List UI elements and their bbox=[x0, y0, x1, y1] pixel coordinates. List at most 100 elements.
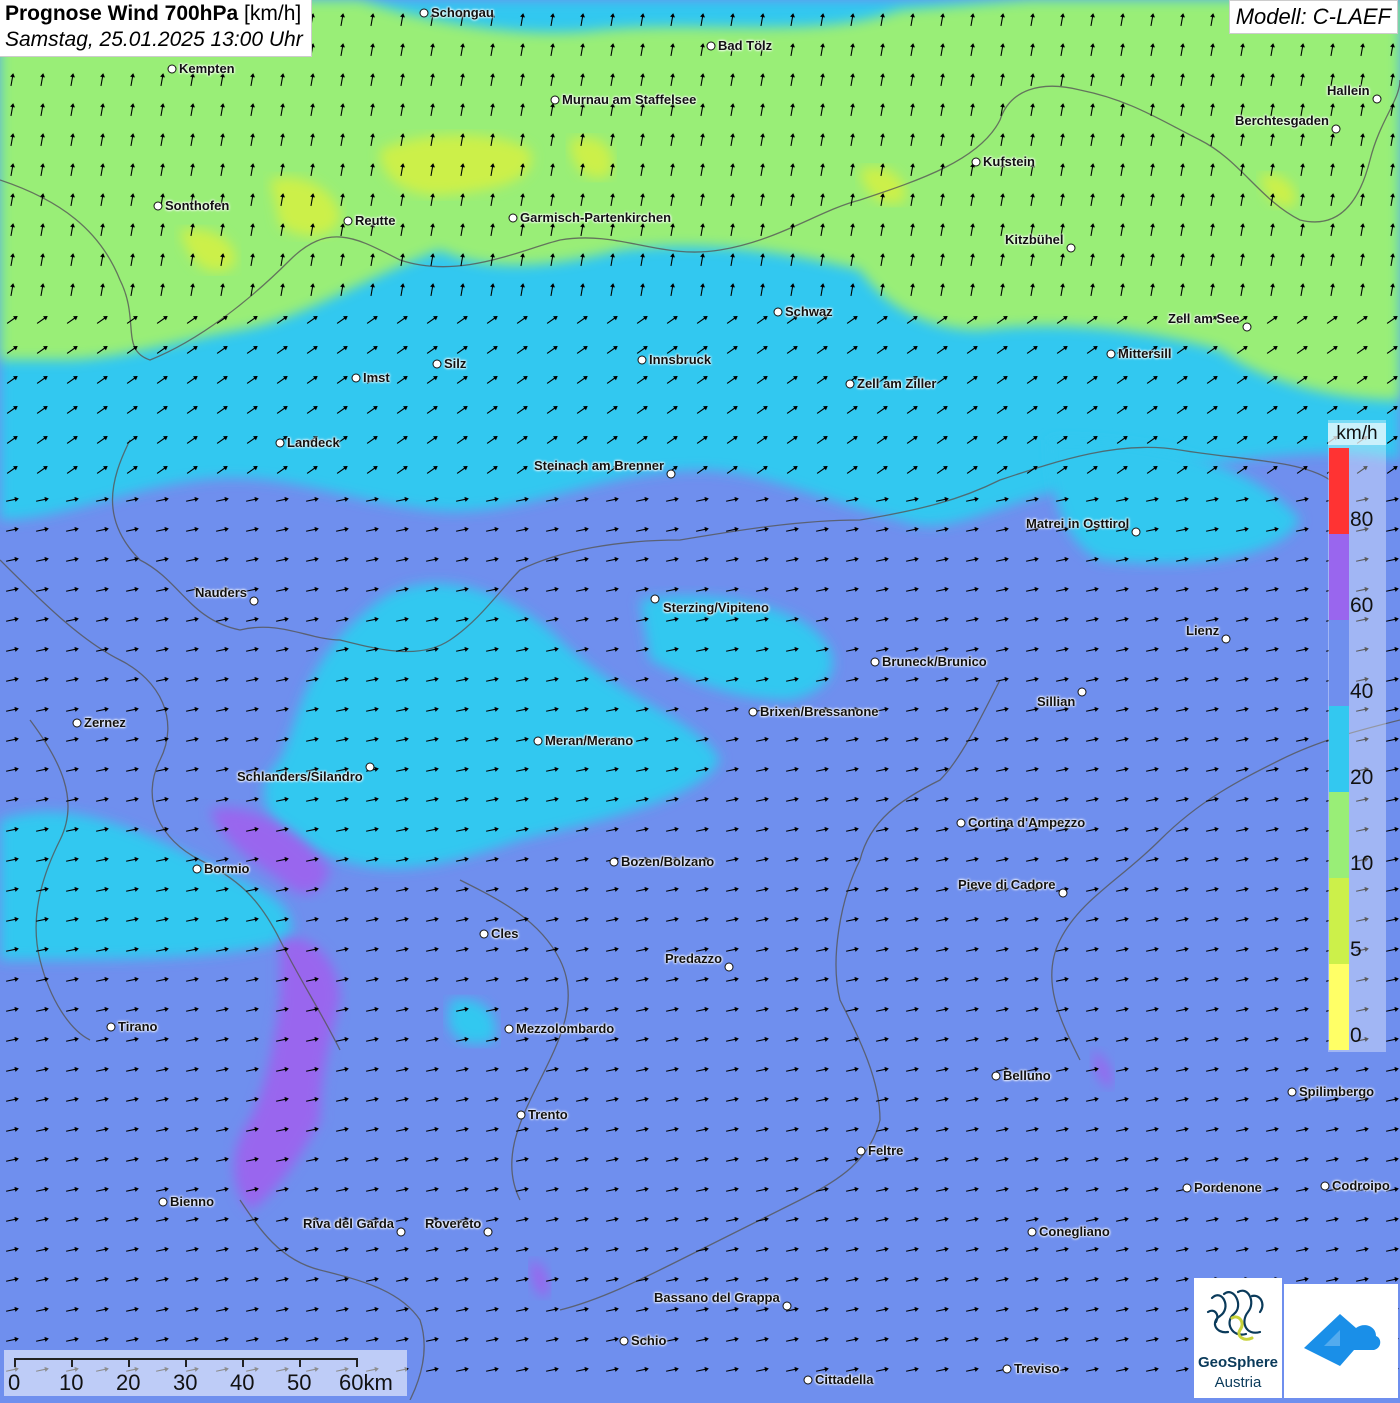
city-marker[interactable] bbox=[516, 1110, 526, 1120]
geosphere-logo[interactable]: GeoSphere Austria bbox=[1194, 1278, 1282, 1398]
city-marker[interactable] bbox=[1066, 243, 1076, 253]
legend-segment bbox=[1329, 534, 1349, 620]
city-marker[interactable] bbox=[504, 1024, 514, 1034]
city-marker[interactable] bbox=[106, 1022, 116, 1032]
scale-tick bbox=[356, 1358, 358, 1367]
city-marker[interactable] bbox=[1287, 1087, 1297, 1097]
logo-name: GeoSphere bbox=[1197, 1354, 1279, 1371]
city-marker[interactable] bbox=[432, 359, 442, 369]
city-marker[interactable] bbox=[609, 857, 619, 867]
scale-label: 40 bbox=[230, 1370, 255, 1395]
city-marker[interactable] bbox=[167, 64, 177, 74]
scale-tick bbox=[14, 1358, 16, 1367]
city-label: Lienz bbox=[1186, 623, 1220, 638]
scale-label: 50 bbox=[287, 1370, 312, 1395]
city-label: Zernez bbox=[84, 715, 126, 730]
city-label: Belluno bbox=[1003, 1068, 1051, 1083]
cloud-arrow-icon bbox=[1304, 1314, 1381, 1366]
city-marker[interactable] bbox=[773, 307, 783, 317]
scale-label: 60km bbox=[339, 1370, 393, 1395]
city-label: Sillian bbox=[1037, 694, 1076, 709]
city-label: Schongau bbox=[431, 5, 494, 20]
color-legend: km/h 0 5 10 20 40 60 80 bbox=[1328, 420, 1386, 1052]
city-marker[interactable] bbox=[803, 1375, 813, 1385]
city-marker[interactable] bbox=[845, 379, 855, 389]
city-label: Silz bbox=[444, 356, 467, 371]
legend-tick-label: 10 bbox=[1350, 852, 1374, 875]
city-marker[interactable] bbox=[351, 373, 361, 383]
city-marker[interactable] bbox=[1002, 1364, 1012, 1374]
city-label: Mezzolombardo bbox=[516, 1021, 615, 1036]
city-label: Codroipo bbox=[1332, 1178, 1390, 1193]
city-label: Pieve di Cadore bbox=[958, 877, 1056, 892]
legend-tick-label: 80 bbox=[1350, 508, 1374, 531]
city-marker[interactable] bbox=[1182, 1183, 1192, 1193]
weather-app-logo[interactable] bbox=[1284, 1284, 1398, 1398]
city-marker[interactable] bbox=[365, 762, 375, 772]
city-label: Bozen/Bolzano bbox=[621, 854, 715, 869]
city-label: Zell am See bbox=[1168, 311, 1240, 326]
city-marker[interactable] bbox=[483, 1227, 493, 1237]
city-marker[interactable] bbox=[1221, 634, 1231, 644]
legend-tick-label: 20 bbox=[1350, 766, 1374, 789]
city-marker[interactable] bbox=[533, 736, 543, 746]
city-label: Nauders bbox=[195, 585, 248, 600]
city-marker[interactable] bbox=[724, 962, 734, 972]
city-label: Murnau am Staffelsee bbox=[562, 92, 697, 107]
city-marker[interactable] bbox=[1027, 1227, 1037, 1237]
city-marker[interactable] bbox=[666, 469, 676, 479]
city-label: Cittadella bbox=[815, 1372, 874, 1387]
legend-segment bbox=[1329, 878, 1349, 964]
city-marker[interactable] bbox=[1331, 124, 1341, 134]
city-label: Predazzo bbox=[665, 951, 723, 966]
legend-segment bbox=[1329, 448, 1349, 534]
city-marker[interactable] bbox=[619, 1336, 629, 1346]
city-marker[interactable] bbox=[706, 41, 716, 51]
city-marker[interactable] bbox=[1106, 349, 1116, 359]
city-label: Berchtesgaden bbox=[1235, 113, 1329, 128]
city-marker[interactable] bbox=[343, 216, 353, 226]
city-marker[interactable] bbox=[192, 864, 202, 874]
city-marker[interactable] bbox=[1131, 527, 1141, 537]
city-label: Bassano del Grappa bbox=[654, 1290, 780, 1305]
city-marker[interactable] bbox=[72, 718, 82, 728]
city-marker[interactable] bbox=[991, 1071, 1001, 1081]
city-label: Riva del Garda bbox=[303, 1216, 395, 1231]
scale-tick bbox=[185, 1358, 187, 1367]
legend-tick-label: 0 bbox=[1350, 1024, 1362, 1047]
city-marker[interactable] bbox=[1242, 322, 1252, 332]
city-marker[interactable] bbox=[1077, 687, 1087, 697]
city-marker[interactable] bbox=[971, 157, 981, 167]
map-title-box: Prognose Wind 700hPa [km/h] Samstag, 25.… bbox=[0, 0, 312, 57]
city-marker[interactable] bbox=[550, 95, 560, 105]
scale-tick bbox=[299, 1358, 301, 1367]
city-marker[interactable] bbox=[956, 818, 966, 828]
legend-tick-label: 5 bbox=[1350, 938, 1362, 961]
city-marker[interactable] bbox=[153, 201, 163, 211]
scale-tick bbox=[128, 1358, 130, 1367]
city-marker[interactable] bbox=[419, 8, 429, 18]
city-marker[interactable] bbox=[650, 594, 660, 604]
city-label: Mittersill bbox=[1118, 346, 1172, 361]
city-marker[interactable] bbox=[748, 707, 758, 717]
city-label: Brixen/Bressanone bbox=[760, 704, 879, 719]
city-marker[interactable] bbox=[1058, 888, 1068, 898]
city-label: Bormio bbox=[204, 861, 250, 876]
city-marker[interactable] bbox=[249, 596, 259, 606]
city-label: Cles bbox=[491, 926, 519, 941]
city-marker[interactable] bbox=[479, 929, 489, 939]
city-label: Hallein bbox=[1327, 83, 1370, 98]
city-marker[interactable] bbox=[637, 355, 647, 365]
city-label: Bad Tölz bbox=[718, 38, 773, 53]
city-marker[interactable] bbox=[782, 1301, 792, 1311]
city-marker[interactable] bbox=[870, 657, 880, 667]
city-marker[interactable] bbox=[508, 213, 518, 223]
legend-segment bbox=[1329, 964, 1349, 1050]
city-marker[interactable] bbox=[1320, 1181, 1330, 1191]
city-marker[interactable] bbox=[1372, 94, 1382, 104]
city-marker[interactable] bbox=[275, 438, 285, 448]
city-marker[interactable] bbox=[158, 1197, 168, 1207]
city-label: Kempten bbox=[179, 61, 235, 76]
city-marker[interactable] bbox=[396, 1227, 406, 1237]
city-marker[interactable] bbox=[856, 1146, 866, 1156]
